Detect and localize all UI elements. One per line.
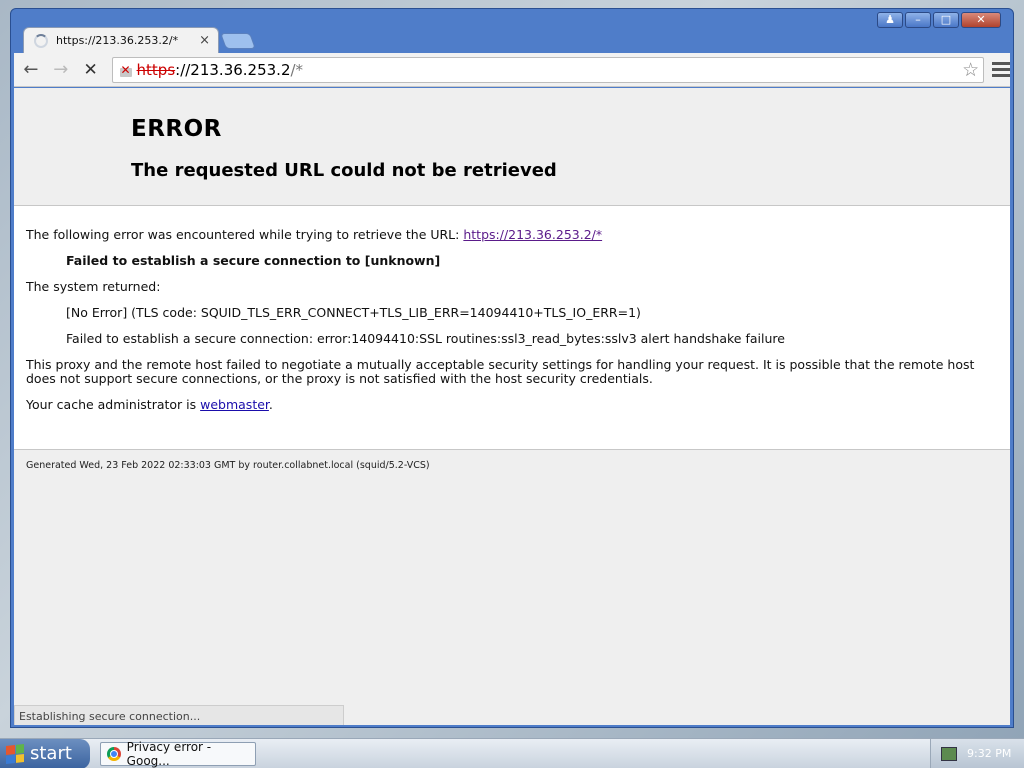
taskbar-item-browser[interactable]: Privacy error - Goog...: [100, 739, 256, 768]
url-path: /*: [290, 60, 304, 79]
start-label: start: [30, 743, 72, 764]
admin-prefix: Your cache administrator is: [26, 397, 201, 412]
page-viewport: ERROR The requested URL could not be ret…: [14, 88, 1010, 725]
taskbar: start Privacy error - Goog... 9:32 PM: [0, 738, 1024, 768]
tab-strip: https://213.36.253.2/* ×: [11, 9, 1013, 53]
admin-suffix: .: [268, 397, 273, 412]
tab-title: https://213.36.253.2/*: [56, 34, 179, 47]
network-icon[interactable]: [941, 746, 957, 761]
requested-url-link[interactable]: https://213.36.253.2/*: [463, 227, 602, 242]
taskbar-item-label: Privacy error - Goog...: [126, 739, 212, 768]
menu-icon[interactable]: [992, 62, 1011, 77]
start-button[interactable]: start: [0, 738, 90, 768]
loading-spinner-icon: [34, 33, 48, 48]
page-footer: Generated Wed, 23 Feb 2022 02:33:03 GMT …: [26, 460, 430, 471]
page-subtitle: The requested URL could not be retrieved: [131, 160, 557, 181]
browser-toolbar: ← → ✕ ✕ https ://213.36.253.2 /* ☆: [14, 53, 1011, 87]
admin-paragraph: Your cache administrator is webmaster.: [26, 398, 998, 412]
status-bar: Establishing secure connection...: [14, 705, 344, 725]
forward-button[interactable]: →: [48, 57, 74, 83]
error-content: The following error was encountered whil…: [14, 206, 1010, 450]
new-tab-button[interactable]: [220, 33, 256, 49]
system-returned-label: The system returned:: [26, 279, 161, 294]
intro-paragraph: The following error was encountered whil…: [26, 228, 998, 242]
back-button[interactable]: ←: [18, 57, 44, 83]
url-scheme: https: [136, 60, 176, 79]
error-detail-1: [No Error] (TLS code: SQUID_TLS_ERR_CONN…: [66, 305, 641, 320]
chrome-icon: [107, 746, 121, 761]
error-summary: Failed to establish a secure connection …: [66, 253, 441, 268]
error-detail-2: Failed to establish a secure connection:…: [66, 331, 785, 346]
system-tray: 9:32 PM: [930, 738, 1024, 768]
url-host: ://213.36.253.2: [175, 60, 291, 79]
tab-close-icon[interactable]: ×: [199, 33, 210, 48]
intro-text: The following error was encountered whil…: [26, 227, 464, 242]
webmaster-link[interactable]: webmaster: [200, 397, 269, 412]
insecure-lock-icon[interactable]: ✕: [119, 63, 133, 77]
address-bar[interactable]: ✕ https ://213.36.253.2 /* ☆: [111, 56, 985, 83]
explanation-paragraph: This proxy and the remote host failed to…: [26, 357, 975, 386]
clock[interactable]: 9:32 PM: [967, 747, 1011, 760]
bookmark-star-icon[interactable]: ☆: [962, 59, 979, 81]
browser-window: ♟ – □ ✕ https://213.36.253.2/* × ← → ✕ ✕…: [10, 8, 1014, 728]
stop-button[interactable]: ✕: [78, 57, 104, 83]
page-title: ERROR: [131, 116, 222, 142]
tab-active[interactable]: https://213.36.253.2/* ×: [23, 27, 219, 53]
error-header: ERROR The requested URL could not be ret…: [14, 88, 1010, 206]
windows-flag-icon: [6, 743, 24, 764]
